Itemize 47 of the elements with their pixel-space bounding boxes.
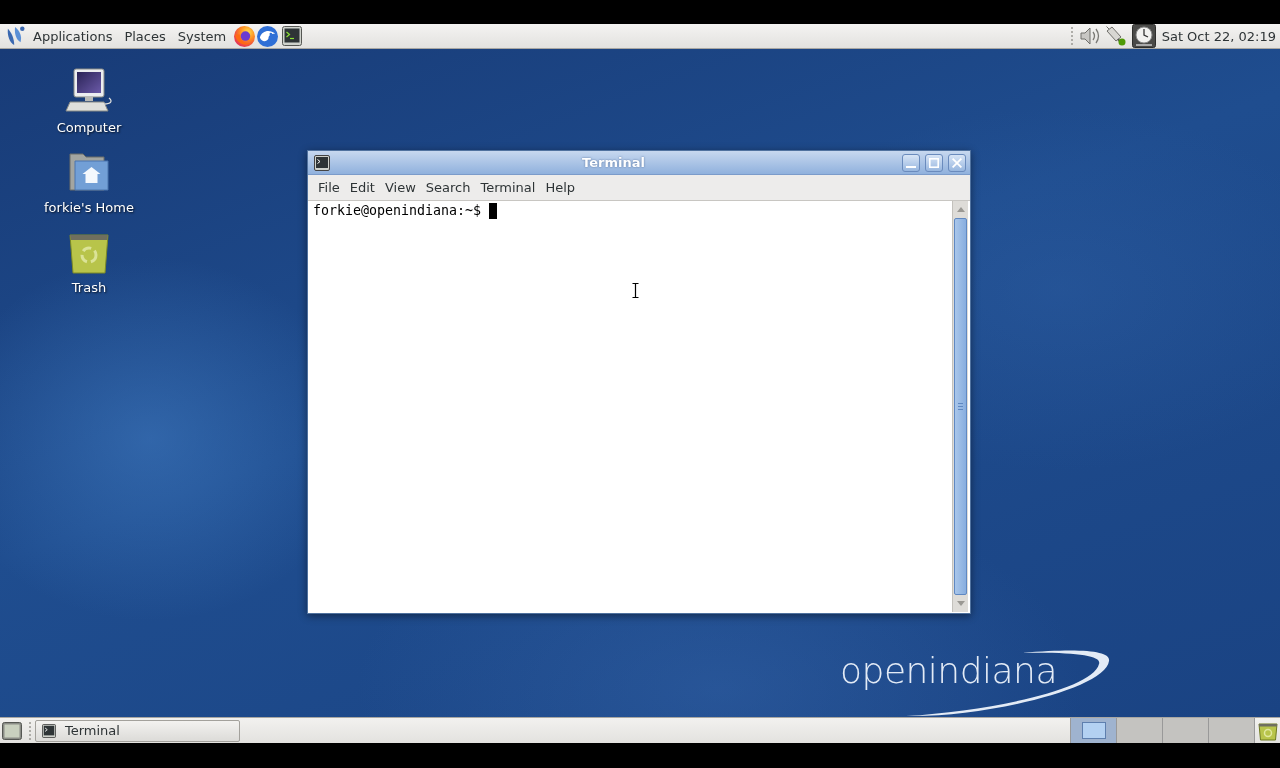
scrollbar[interactable] <box>952 201 968 612</box>
desktop-icon-label[interactable]: forkie's Home <box>44 199 134 216</box>
menu-item[interactable]: Help <box>540 176 581 199</box>
terminal-icon[interactable] <box>282 26 303 46</box>
leaf-logo-icon[interactable] <box>7 26 25 46</box>
workspace-tile[interactable] <box>1209 718 1255 743</box>
block-cursor-icon <box>489 203 498 219</box>
menu-item[interactable]: Terminal <box>475 176 541 199</box>
desktop-icon[interactable] <box>2 721 22 740</box>
trash-icon[interactable] <box>1258 720 1278 741</box>
prompt-text: forkie@openindiana:~$ <box>313 202 482 219</box>
menu-item[interactable]: File <box>313 176 345 199</box>
terminal-icon[interactable] <box>314 154 330 171</box>
close-button[interactable] <box>948 153 966 172</box>
down-arrow-icon[interactable] <box>956 601 965 606</box>
panel-menu[interactable]: System <box>171 24 233 48</box>
drag-handle-icon[interactable] <box>28 721 32 740</box>
menu-item[interactable]: View <box>379 176 421 199</box>
close-icon <box>952 157 962 168</box>
window-title: Terminal <box>581 155 646 170</box>
taskbar-button[interactable]: Terminal <box>35 719 240 742</box>
minimize-icon <box>906 165 916 168</box>
workspace-tile[interactable] <box>1117 718 1163 743</box>
clock-icon[interactable] <box>1131 24 1156 48</box>
window-thumbnail-icon <box>1081 722 1106 739</box>
desktop-icon-label[interactable]: Computer <box>56 119 122 136</box>
workspace-tile[interactable] <box>1163 718 1209 743</box>
panel-menu[interactable]: Applications <box>27 24 119 48</box>
speaker-icon[interactable] <box>1079 26 1100 46</box>
desktop-icon-label[interactable]: Trash <box>71 279 107 296</box>
wallpaper-logo-text: openindiana <box>840 653 1057 689</box>
panel-menu[interactable]: Places <box>118 24 172 48</box>
drag-handle-icon[interactable] <box>1069 27 1074 45</box>
minimize-button[interactable] <box>902 153 920 172</box>
scrollbar-thumb[interactable] <box>954 218 967 595</box>
menu-item[interactable]: Search <box>420 176 476 199</box>
fox-globe-icon[interactable] <box>234 25 256 47</box>
ibeam-pointer-icon <box>631 282 640 299</box>
terminal-icon <box>42 723 56 738</box>
maximize-icon <box>929 157 939 168</box>
workspace-tile[interactable] <box>1071 718 1117 743</box>
clock-label[interactable]: Sat Oct 22, 02:19 <box>1161 28 1276 44</box>
menu-item[interactable]: Edit <box>344 176 380 199</box>
maximize-button[interactable] <box>925 153 943 172</box>
bird-globe-icon[interactable] <box>257 25 279 47</box>
plug-icon[interactable] <box>1105 26 1126 46</box>
up-arrow-icon[interactable] <box>956 207 965 212</box>
